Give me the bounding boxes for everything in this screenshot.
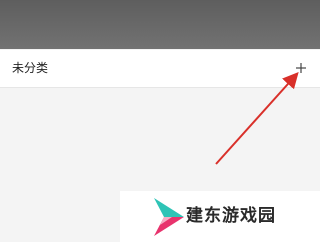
top-bar (0, 0, 320, 49)
watermark-text: 建东游戏园 (186, 206, 276, 226)
category-row[interactable]: 未分类 (0, 50, 320, 88)
category-label: 未分类 (12, 61, 49, 75)
plus-icon (296, 63, 306, 73)
watermark: 建东游戏园 (120, 191, 320, 242)
add-category-button[interactable] (291, 58, 311, 78)
watermark-logo-icon (154, 198, 184, 236)
